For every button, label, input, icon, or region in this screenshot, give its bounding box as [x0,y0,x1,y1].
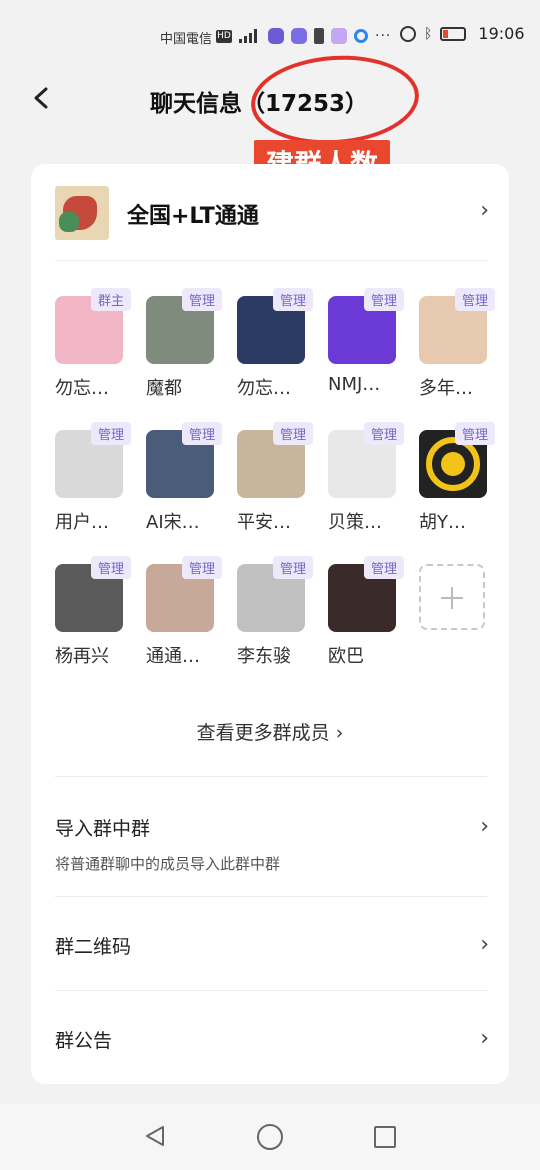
member-name: 多年… [419,378,473,399]
member-name: 用户… [55,512,109,533]
add-member-button[interactable] [419,564,487,630]
role-badge: 管理 [181,288,222,311]
member-name: 勿忘… [55,378,109,399]
member-name: 胡Y… [419,512,466,533]
app-notification-icon [331,28,347,44]
import-group-row[interactable]: 导入群中群 将普通群聊中的成员导入此群中群 › [55,814,489,874]
role-badge: 管理 [90,556,131,579]
status-right: ᛒ 19:06 [400,24,525,43]
member-item[interactable]: 管理 勿忘… [237,288,313,400]
role-badge: 管理 [181,556,222,579]
member-item[interactable]: 管理 AI宋… [146,422,222,534]
role-badge: 群主 [90,288,131,311]
role-badge: 管理 [272,288,313,311]
member-item[interactable]: 群主 勿忘… [55,288,131,400]
group-announcement-row[interactable]: 群公告 › [55,1026,489,1053]
divider [55,260,487,261]
member-item[interactable]: 管理 平安… [237,422,313,534]
battery-icon [440,26,467,41]
member-name: 勿忘… [237,378,291,399]
back-icon[interactable] [30,86,54,110]
role-badge: 管理 [90,422,131,445]
member-name: 李东骏 [237,646,291,667]
group-info-card: 全国+LT通通 › 群主 勿忘… 管理 魔都 管理 勿忘… 管理 NMJ… 管理 [31,164,509,1084]
member-name: 通通… [146,646,200,667]
member-item[interactable]: 管理 杨再兴 [55,556,131,668]
role-badge: 管理 [181,422,222,445]
system-nav-bar [0,1104,540,1170]
member-name: 杨再兴 [55,646,109,667]
member-item[interactable]: 管理 多年… [419,288,495,400]
row-title: 导入群中群 [55,818,151,840]
plus-icon [419,564,485,630]
member-item[interactable]: 管理 通通… [146,556,222,668]
member-name: 平安… [237,512,291,533]
role-badge: 管理 [363,422,404,445]
role-badge: 管理 [454,288,495,311]
divider [55,990,487,991]
clock: 19:06 [478,24,525,43]
role-badge: 管理 [272,422,313,445]
divider [55,776,487,777]
nav-home-icon[interactable] [257,1124,283,1150]
member-name: AI宋… [146,512,200,533]
notification-icon [314,28,324,44]
hd-icon: HD [216,29,232,43]
alarm-icon [400,25,416,42]
member-item[interactable]: 管理 李东骏 [237,556,313,668]
group-name: 全国+LT通通 [127,204,259,229]
member-name: 欧巴 [328,646,364,667]
more-icon: ··· [375,28,392,44]
row-title: 群二维码 [55,936,132,958]
member-item[interactable]: 管理 欧巴 [328,556,404,668]
member-item[interactable]: 管理 魔都 [146,288,222,400]
status-bar: 中国電信 HD ··· ᛒ 19:06 [0,0,540,78]
nav-recents-icon[interactable] [374,1126,396,1148]
chevron-right-icon: › [480,932,489,957]
group-profile-row[interactable]: 全国+LT通通 › [55,186,489,242]
role-badge: 管理 [363,556,404,579]
signal-icon [239,29,261,43]
chevron-right-icon: › [480,198,489,223]
role-badge: 管理 [363,288,404,311]
carrier-label: 中国電信 [160,32,213,47]
app-notification-icon [291,28,307,44]
chevron-right-icon: › [480,814,489,839]
bluetooth-icon: ᛒ [424,25,433,42]
member-item[interactable]: 管理 用户… [55,422,131,534]
member-name: 贝策… [328,512,382,533]
role-badge: 管理 [454,422,495,445]
nav-back-icon[interactable] [143,1124,167,1148]
app-notification-icon [354,29,368,43]
group-qrcode-row[interactable]: 群二维码 › [55,932,489,959]
role-badge: 管理 [272,556,313,579]
see-more-members-link[interactable]: 查看更多群成员 › [31,718,509,745]
member-item[interactable]: 管理 NMJ… [328,288,404,395]
member-name: NMJ… [328,374,381,395]
member-item[interactable]: 管理 胡Y… [419,422,495,534]
app-notification-icon [268,28,284,44]
row-title: 群公告 [55,1030,113,1052]
member-name: 魔都 [146,378,182,399]
chevron-right-icon: › [480,1026,489,1051]
member-item[interactable]: 管理 贝策… [328,422,404,534]
row-subtitle: 将普通群聊中的成员导入此群中群 [55,855,281,873]
divider [55,896,487,897]
group-avatar [55,186,109,240]
